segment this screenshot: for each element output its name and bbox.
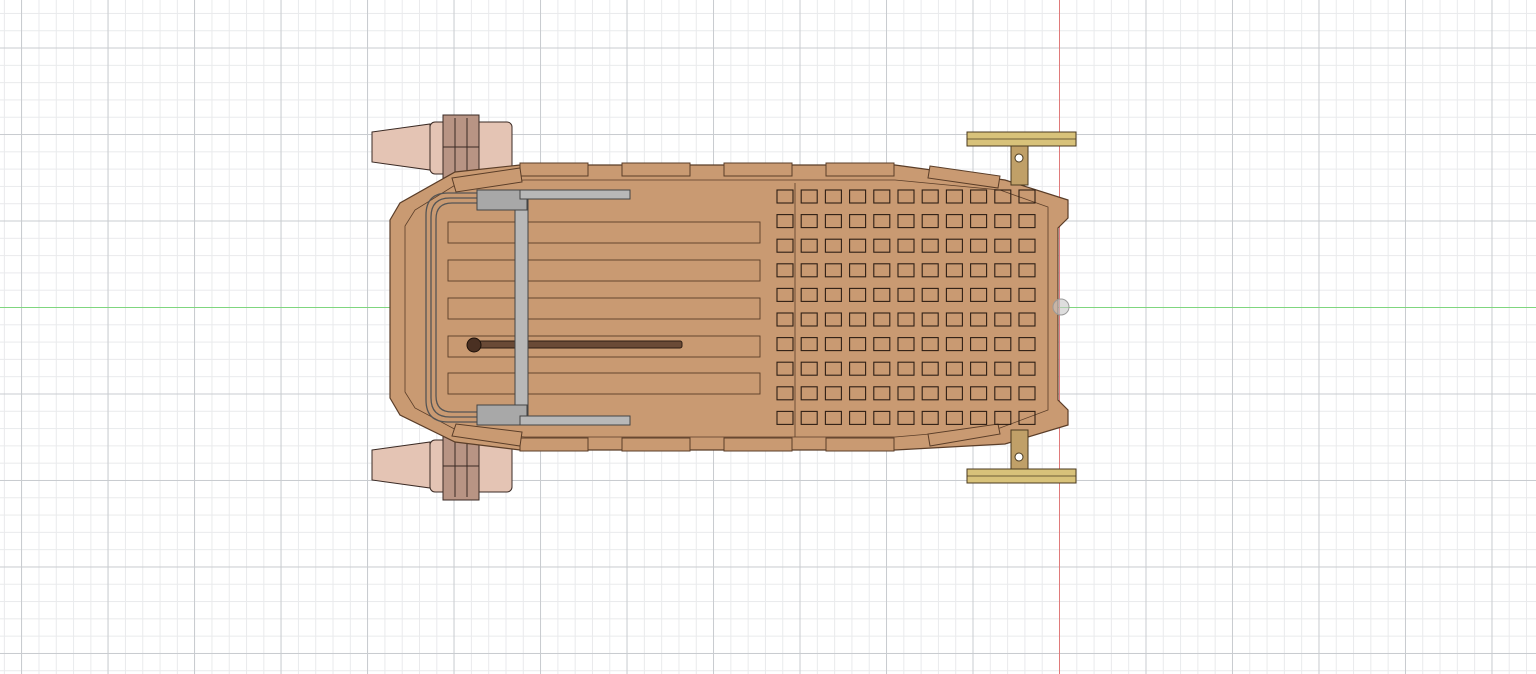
hull-edge-panel xyxy=(519,162,589,177)
hull-edge-panel xyxy=(621,437,691,452)
hull-edge-panel xyxy=(723,162,793,177)
hull-edge-panel xyxy=(825,437,895,452)
hull-edge-panel xyxy=(825,162,895,177)
hull-edge-panel xyxy=(519,437,589,452)
hull-edge-panel xyxy=(723,437,793,452)
origin-marker[interactable] xyxy=(1052,298,1070,316)
viewport-canvas[interactable] xyxy=(0,0,1536,674)
hull-edge-panel xyxy=(621,162,691,177)
skiff-model[interactable] xyxy=(0,0,1536,674)
